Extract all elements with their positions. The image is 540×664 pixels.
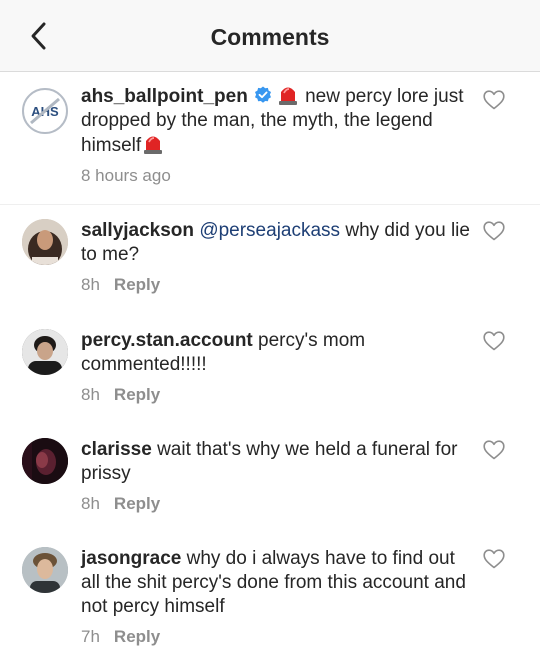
reply-button[interactable]: Reply	[114, 385, 160, 404]
reply-button[interactable]: Reply	[114, 275, 160, 294]
mention-link[interactable]: @perseajackass	[199, 220, 340, 241]
timestamp: 8h	[81, 385, 100, 404]
police-light-emoji	[143, 133, 163, 155]
heart-outline-icon[interactable]	[483, 90, 505, 110]
timestamp: 7h	[81, 627, 100, 646]
comment-text: clarisse wait that's why we held a funer…	[81, 438, 476, 486]
avatar[interactable]: AHS	[22, 88, 68, 134]
reply-button[interactable]: Reply	[114, 627, 160, 646]
heart-outline-icon[interactable]	[483, 440, 505, 460]
username[interactable]: percy.stan.account	[81, 330, 253, 351]
comment-meta: 8 hours ago	[81, 166, 476, 186]
username[interactable]: clarisse	[81, 439, 152, 460]
comment-meta: 8h Reply	[81, 275, 476, 295]
verified-badge-icon	[254, 86, 272, 104]
comment-meta: 8h Reply	[81, 385, 476, 405]
timestamp: 8 hours ago	[81, 166, 171, 185]
comment-meta: 8h Reply	[81, 494, 476, 514]
username[interactable]: ahs_ballpoint_pen	[81, 86, 248, 107]
comment-text: percy.stan.account percy's mom commented…	[81, 329, 476, 377]
timestamp: 8h	[81, 494, 100, 513]
police-light-emoji	[278, 84, 298, 106]
divider	[0, 204, 540, 205]
comment-meta: 7h Reply	[81, 627, 476, 647]
comment-text: jasongrace why do i always have to find …	[81, 547, 476, 619]
username[interactable]: sallyjackson	[81, 220, 194, 241]
heart-outline-icon[interactable]	[483, 221, 505, 241]
timestamp: 8h	[81, 275, 100, 294]
comment-text: sallyjackson @perseajackass why did you …	[81, 219, 476, 267]
avatar[interactable]	[22, 438, 68, 484]
avatar[interactable]	[22, 219, 68, 265]
username[interactable]: jasongrace	[81, 548, 181, 569]
avatar[interactable]	[22, 329, 68, 375]
page-title: Comments	[210, 24, 330, 50]
comment-text: ahs_ballpoint_pen new percy lore just dr…	[81, 84, 476, 158]
heart-outline-icon[interactable]	[483, 331, 505, 351]
comments-header: Comments	[0, 0, 540, 72]
reply-button[interactable]: Reply	[114, 494, 160, 513]
heart-outline-icon[interactable]	[483, 549, 505, 569]
avatar[interactable]	[22, 547, 68, 593]
